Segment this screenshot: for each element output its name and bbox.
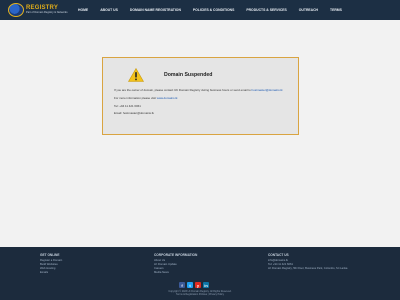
footer-get-online: GET ONLINE Register a Domain Build Websi… — [40, 253, 62, 275]
nav-about-us[interactable]: ABOUT US — [94, 0, 124, 20]
globe-logo-icon — [8, 3, 24, 17]
contact-tel: Tel: +94 11 421 6061 — [114, 104, 141, 109]
nav-domain-registration[interactable]: DOMAIN NAME REGISTRATION — [124, 0, 187, 20]
nav-outreach[interactable]: OUTREACH — [293, 0, 324, 20]
domains-website-link[interactable]: www.domains.lk — [157, 96, 178, 100]
main-nav: HOME ABOUT US DOMAIN NAME REGISTRATION P… — [72, 0, 348, 20]
top-navigation-bar: REGISTRY Part of Domain Registry & Netwo… — [0, 0, 400, 20]
linkedin-icon[interactable]: in — [203, 282, 209, 288]
nav-policies[interactable]: POLICIES & CONDITIONS — [187, 0, 240, 20]
domain-suspended-notice: Domain Suspended If you are the owner of… — [102, 57, 299, 135]
notice-title: Domain Suspended — [164, 72, 213, 78]
more-info: For more information please visit www.do… — [114, 96, 294, 101]
contact-email: Email: hostmaster@domains.lk — [114, 110, 154, 115]
logo-text: REGISTRY Part of Domain Registry & Netwo… — [26, 5, 68, 15]
youtube-icon[interactable]: y — [195, 282, 201, 288]
footer-corporate-info: CORPORATE INFORMATION About Us LK Domain… — [154, 253, 197, 275]
footer-contact-address: LK Domain Registry, 5th Floor, Business … — [268, 266, 348, 270]
site-logo[interactable]: REGISTRY Part of Domain Registry & Netwo… — [8, 2, 76, 18]
nav-home[interactable]: HOME — [72, 0, 94, 20]
more-info-text: For more information please visit — [114, 96, 157, 101]
facebook-icon[interactable]: f — [179, 282, 185, 288]
warning-icon — [128, 68, 144, 82]
nav-terms[interactable]: TERMS — [324, 0, 348, 20]
footer-link-emails[interactable]: Emails — [40, 271, 62, 275]
footer-heading-get-online: GET ONLINE — [40, 253, 60, 257]
notice-body: If you are the owner of domain, please c… — [114, 88, 294, 120]
logo-subtitle: Part of Domain Registry & Networks — [26, 11, 68, 15]
footer-link-media-news[interactable]: Media News — [154, 271, 197, 275]
footer-heading-contact: CONTACT US — [268, 253, 289, 257]
owner-instructions: If you are the owner of domain, please c… — [114, 88, 294, 93]
twitter-icon[interactable]: t — [187, 282, 193, 288]
nav-products-services[interactable]: PRODUCTS & SERVICES — [240, 0, 292, 20]
hostmaster-email-link[interactable]: hostmaster@domains.lk — [252, 88, 283, 92]
social-links: f t y in — [179, 282, 209, 288]
copyright: Copyright © 2023 LK Domain Registry. All… — [0, 290, 400, 297]
policy-links[interactable]: Terms & Registration Policies | Privacy … — [0, 293, 400, 296]
footer-contact-us: CONTACT US info@domains.lk Tel: +94 11 4… — [268, 253, 378, 271]
footer-heading-corporate: CORPORATE INFORMATION — [154, 253, 198, 257]
owner-instructions-text: If you are the owner of domain, please c… — [114, 88, 252, 92]
notice-header: Domain Suspended — [128, 68, 298, 82]
